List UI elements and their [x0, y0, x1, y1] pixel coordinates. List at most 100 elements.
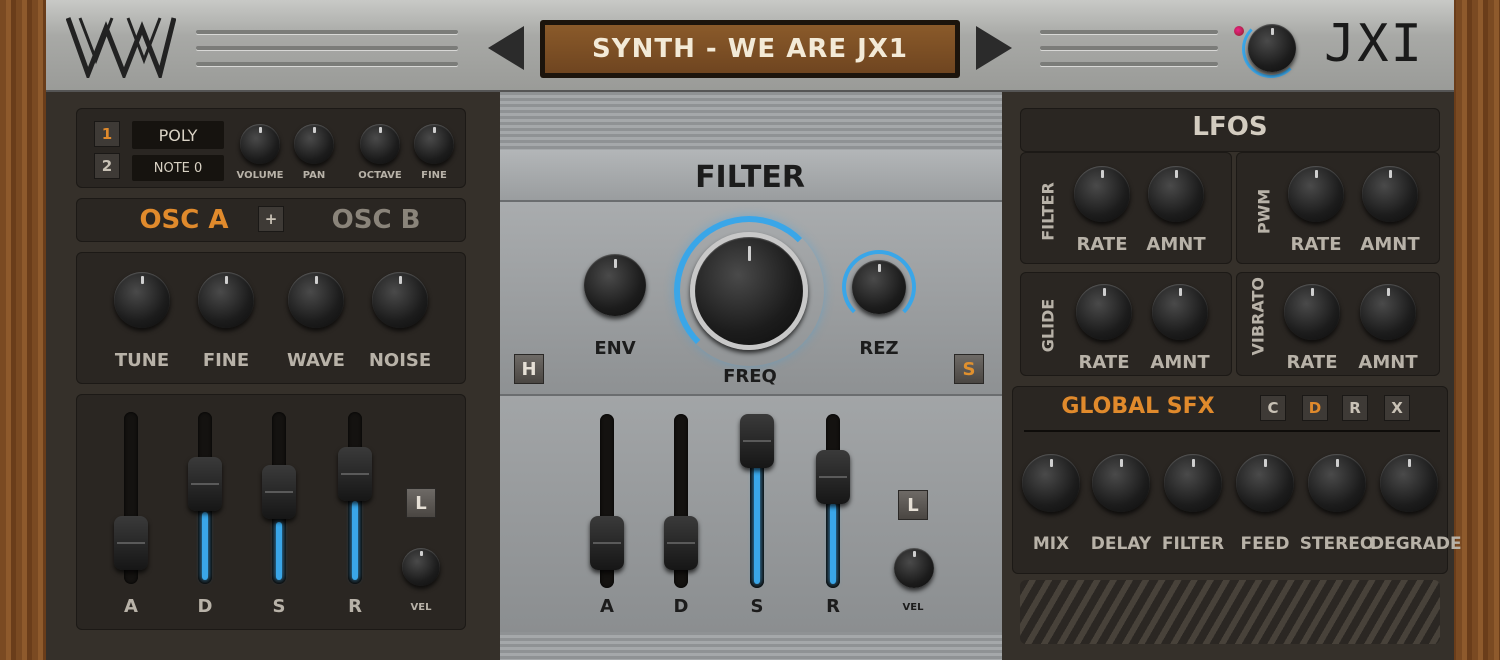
rez-knob[interactable] [852, 260, 906, 314]
tune-label: TUNE [114, 350, 170, 371]
sfx-x-button[interactable]: X [1384, 395, 1410, 421]
wave-label: WAVE [287, 350, 345, 371]
filter-env-knob[interactable] [584, 254, 646, 316]
knob-tick [1120, 458, 1123, 467]
lfo-vibrato-amnt-knob[interactable] [1360, 284, 1416, 340]
noise-knob[interactable] [372, 272, 428, 328]
slider-handle[interactable] [262, 465, 296, 520]
lfo-pwm-rate-label: RATE [1290, 234, 1342, 255]
filter-title: FILTER [695, 160, 805, 195]
amp-velocity-knob[interactable] [402, 548, 440, 586]
knob-tick [1050, 458, 1053, 467]
lfo-glide-rate-knob[interactable] [1076, 284, 1132, 340]
osc-fine-label: FINE [202, 350, 250, 371]
filter-s-label: S [750, 596, 764, 617]
filter-s-slider[interactable] [740, 414, 774, 588]
slider-fill [830, 503, 836, 584]
osc-fine-knob[interactable] [198, 272, 254, 328]
sfx-filter-label: FILTER [1161, 534, 1225, 554]
filter-r-slider[interactable] [816, 414, 850, 588]
filter-h-button[interactable]: H [514, 354, 544, 384]
amp-loop-button[interactable]: L [406, 488, 436, 518]
lfo-vibrato-amnt-label: AMNT [1358, 352, 1418, 373]
slider-fill [202, 511, 208, 580]
pan-knob[interactable] [294, 124, 334, 164]
lfo-filter-amnt-label: AMNT [1146, 234, 1206, 255]
slider-handle[interactable] [338, 447, 372, 502]
preset-name: SYNTH - WE ARE JX1 [545, 25, 955, 73]
sfx-stereo-label: STEREO [1299, 534, 1375, 554]
preset-display[interactable]: SYNTH - WE ARE JX1 [540, 20, 960, 78]
next-preset-button[interactable] [976, 26, 1012, 70]
amp-d-slider[interactable] [188, 412, 222, 584]
amp-vel-label: VEL [410, 602, 432, 613]
fine-label: FINE [421, 170, 447, 181]
tab-osc-b[interactable]: OSC B [318, 205, 434, 235]
wave-knob[interactable] [288, 272, 344, 328]
filter-vel-label: VEL [902, 602, 924, 613]
master-volume-knob[interactable] [1248, 24, 1296, 72]
sfx-degrade-knob[interactable] [1380, 454, 1438, 512]
prev-preset-button[interactable] [488, 26, 524, 70]
sfx-feed-knob[interactable] [1236, 454, 1294, 512]
sfx-delay-label: DELAY [1090, 534, 1152, 554]
sfx-reverb-button[interactable]: R [1342, 395, 1368, 421]
lfo-glide-amnt-knob[interactable] [1152, 284, 1208, 340]
osc1-select-button[interactable]: 1 [94, 121, 120, 147]
lfo-filter-rate-label: RATE [1076, 234, 1128, 255]
osc-add-button[interactable]: + [258, 206, 284, 232]
vent-line [1040, 46, 1218, 50]
volume-label: VOLUME [236, 170, 284, 181]
poly-mode-display[interactable]: POLY [132, 121, 224, 149]
lfo-pwm-amnt-knob[interactable] [1362, 166, 1418, 222]
sfx-stereo-knob[interactable] [1308, 454, 1366, 512]
note-display[interactable]: NOTE 0 [132, 155, 224, 181]
slider-handle[interactable] [740, 414, 774, 468]
tab-osc-a[interactable]: OSC A [126, 205, 242, 235]
freq-knob[interactable] [690, 232, 808, 350]
lfo-filter-label: FILTER [1038, 182, 1058, 241]
filter-a-label: A [600, 596, 614, 617]
lfo-vibrato-label: VIBRATO [1248, 276, 1268, 356]
volume-knob[interactable] [240, 124, 280, 164]
lfo-vibrato-rate-label: RATE [1286, 352, 1338, 373]
filter-velocity-knob[interactable] [894, 548, 934, 588]
pan-label: PAN [302, 170, 326, 181]
sfx-filter-knob[interactable] [1164, 454, 1222, 512]
noise-label: NOISE [368, 350, 432, 371]
filter-r-label: R [826, 596, 840, 617]
slider-fill [754, 460, 760, 584]
amp-a-slider[interactable] [114, 412, 148, 584]
slider-handle[interactable] [816, 450, 850, 504]
filter-s-button[interactable]: S [954, 354, 984, 384]
lfo-vibrato-rate-knob[interactable] [1284, 284, 1340, 340]
knob-tick [1192, 458, 1195, 467]
slider-handle[interactable] [188, 456, 222, 511]
lfo-pwm-rate-knob[interactable] [1288, 166, 1344, 222]
filter-a-slider[interactable] [590, 414, 624, 588]
fine-knob[interactable] [414, 124, 454, 164]
logo-icon [66, 17, 176, 78]
octave-knob[interactable] [360, 124, 400, 164]
slider-handle[interactable] [664, 516, 698, 570]
osc2-select-button[interactable]: 2 [94, 153, 120, 179]
status-led [1234, 26, 1244, 36]
lfo-filter-amnt-knob[interactable] [1148, 166, 1204, 222]
sfx-delay-knob[interactable] [1092, 454, 1150, 512]
filter-loop-button[interactable]: L [898, 490, 928, 520]
vent-line [196, 30, 458, 34]
lfo-filter-rate-knob[interactable] [1074, 166, 1130, 222]
amp-r-slider[interactable] [338, 412, 372, 584]
tune-knob[interactable] [114, 272, 170, 328]
amp-s-slider[interactable] [262, 412, 296, 584]
slider-handle[interactable] [114, 515, 148, 570]
sfx-chorus-button[interactable]: C [1260, 395, 1286, 421]
vent-line [196, 62, 458, 66]
filter-d-slider[interactable] [664, 414, 698, 588]
knob-tick [1264, 458, 1267, 467]
sfx-delay-button[interactable]: D [1302, 395, 1328, 421]
sfx-mix-knob[interactable] [1022, 454, 1080, 512]
filter-env-label: ENV [594, 338, 636, 359]
amp-s-label: S [272, 596, 286, 617]
slider-handle[interactable] [590, 516, 624, 570]
